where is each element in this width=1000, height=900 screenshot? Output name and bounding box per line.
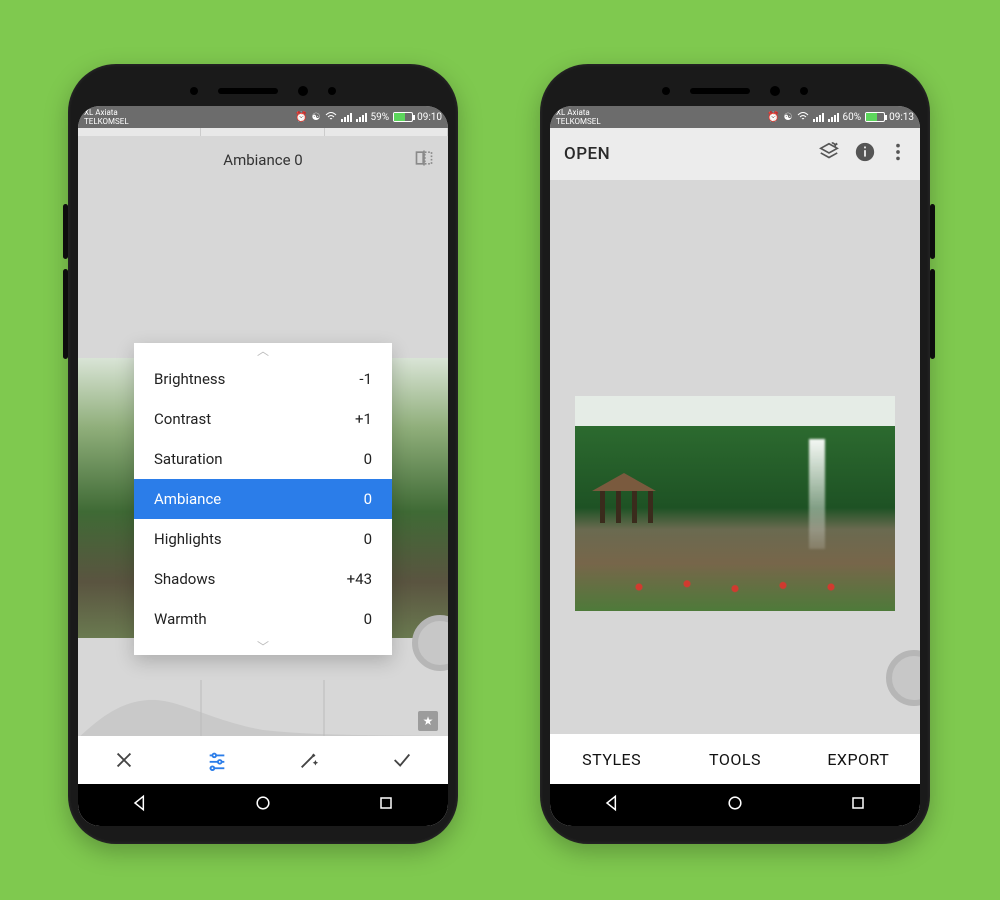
preview-image[interactable]	[575, 396, 895, 611]
cancel-button[interactable]	[78, 749, 171, 771]
scroll-up-icon[interactable]: ︿	[134, 343, 392, 359]
param-row-saturation[interactable]: Saturation 0	[134, 439, 392, 479]
param-label: Shadows	[154, 570, 215, 588]
layers-icon[interactable]	[818, 141, 840, 167]
current-param-title: Ambiance 0	[223, 151, 302, 169]
wifi-icon	[325, 111, 337, 124]
alarm-icon: ⏰	[767, 112, 779, 123]
alarm-icon: ⏰	[295, 112, 307, 123]
phone-frame-left: XL Axiata TELKOMSEL ⏰ ☯ 59% 09:10	[68, 64, 458, 844]
param-row-contrast[interactable]: Contrast +1	[134, 399, 392, 439]
battery-percent: 60%	[843, 112, 862, 123]
info-icon[interactable]	[854, 141, 876, 167]
apply-button[interactable]	[356, 749, 449, 771]
side-button	[63, 269, 68, 359]
tools-button[interactable]: TOOLS	[673, 750, 796, 769]
carrier-label: XL Axiata	[84, 108, 129, 117]
editor-app: Ambiance 0 ︿ Brightness -1 Contrast	[78, 128, 448, 826]
param-label: Contrast	[154, 410, 211, 428]
sync-icon: ☯	[312, 112, 321, 123]
signal-icon	[828, 113, 839, 122]
export-button[interactable]: EXPORT	[797, 750, 920, 769]
param-panel[interactable]: ︿ Brightness -1 Contrast +1 Saturation 0…	[134, 343, 392, 655]
param-value: 0	[364, 450, 372, 468]
signal-icon	[356, 113, 367, 122]
phone-frame-right: XL Axiata TELKOMSEL ⏰ ☯ 60% 09:13 OPEN	[540, 64, 930, 844]
bottom-nav: STYLES TOOLS EXPORT	[550, 734, 920, 784]
battery-icon	[393, 112, 413, 122]
clock: 09:10	[417, 112, 442, 123]
nav-back[interactable]	[130, 793, 150, 817]
param-value: +1	[355, 410, 372, 428]
param-label: Ambiance	[154, 490, 221, 508]
battery-icon	[865, 112, 885, 122]
android-nav	[550, 784, 920, 826]
nav-back[interactable]	[602, 793, 622, 817]
screen-right: XL Axiata TELKOMSEL ⏰ ☯ 60% 09:13 OPEN	[550, 106, 920, 826]
param-row-ambiance[interactable]: Ambiance 0	[134, 479, 392, 519]
param-label: Warmth	[154, 610, 207, 628]
param-label: Brightness	[154, 370, 225, 388]
status-bar: XL Axiata TELKOMSEL ⏰ ☯ 60% 09:13	[550, 106, 920, 128]
sync-icon: ☯	[784, 112, 793, 123]
param-value: -1	[359, 370, 372, 388]
carrier-label: TELKOMSEL	[556, 117, 601, 126]
android-nav	[78, 784, 448, 826]
image-canvas[interactable]	[550, 180, 920, 826]
param-row-brightness[interactable]: Brightness -1	[134, 359, 392, 399]
param-title-bar: Ambiance 0	[78, 136, 448, 184]
param-row-shadows[interactable]: Shadows +43	[134, 559, 392, 599]
param-value: 0	[364, 530, 372, 548]
signal-icon	[341, 113, 352, 122]
param-value: 0	[364, 490, 372, 508]
carrier-label: TELKOMSEL	[84, 117, 129, 126]
bottom-toolbar	[78, 736, 448, 784]
carrier-label: XL Axiata	[556, 108, 601, 117]
histogram	[78, 680, 448, 740]
nav-recent[interactable]	[848, 793, 868, 817]
tune-button[interactable]	[171, 749, 264, 771]
open-button[interactable]: OPEN	[564, 144, 804, 164]
param-value: 0	[364, 610, 372, 628]
home-app: OPEN	[550, 128, 920, 826]
speaker-row	[550, 76, 920, 106]
side-button	[63, 204, 68, 259]
wifi-icon	[797, 111, 809, 124]
top-bar: OPEN	[550, 128, 920, 180]
styles-button[interactable]: STYLES	[550, 750, 673, 769]
speaker-row	[78, 76, 448, 106]
nav-recent[interactable]	[376, 793, 396, 817]
nav-home[interactable]	[725, 793, 745, 817]
side-button	[930, 204, 935, 259]
side-button	[930, 269, 935, 359]
param-row-highlights[interactable]: Highlights 0	[134, 519, 392, 559]
param-row-warmth[interactable]: Warmth 0	[134, 599, 392, 639]
compare-icon[interactable]	[414, 148, 434, 172]
nav-home[interactable]	[253, 793, 273, 817]
scroll-down-icon[interactable]: ﹀	[134, 639, 392, 655]
param-label: Saturation	[154, 450, 223, 468]
screen-left: XL Axiata TELKOMSEL ⏰ ☯ 59% 09:10	[78, 106, 448, 826]
more-icon[interactable]	[890, 141, 906, 167]
signal-icon	[813, 113, 824, 122]
clock: 09:13	[889, 112, 914, 123]
param-value: +43	[347, 570, 372, 588]
top-slider-track[interactable]	[78, 128, 448, 136]
battery-percent: 59%	[371, 112, 390, 123]
param-label: Highlights	[154, 530, 222, 548]
status-bar: XL Axiata TELKOMSEL ⏰ ☯ 59% 09:10	[78, 106, 448, 128]
magic-button[interactable]	[263, 749, 356, 771]
